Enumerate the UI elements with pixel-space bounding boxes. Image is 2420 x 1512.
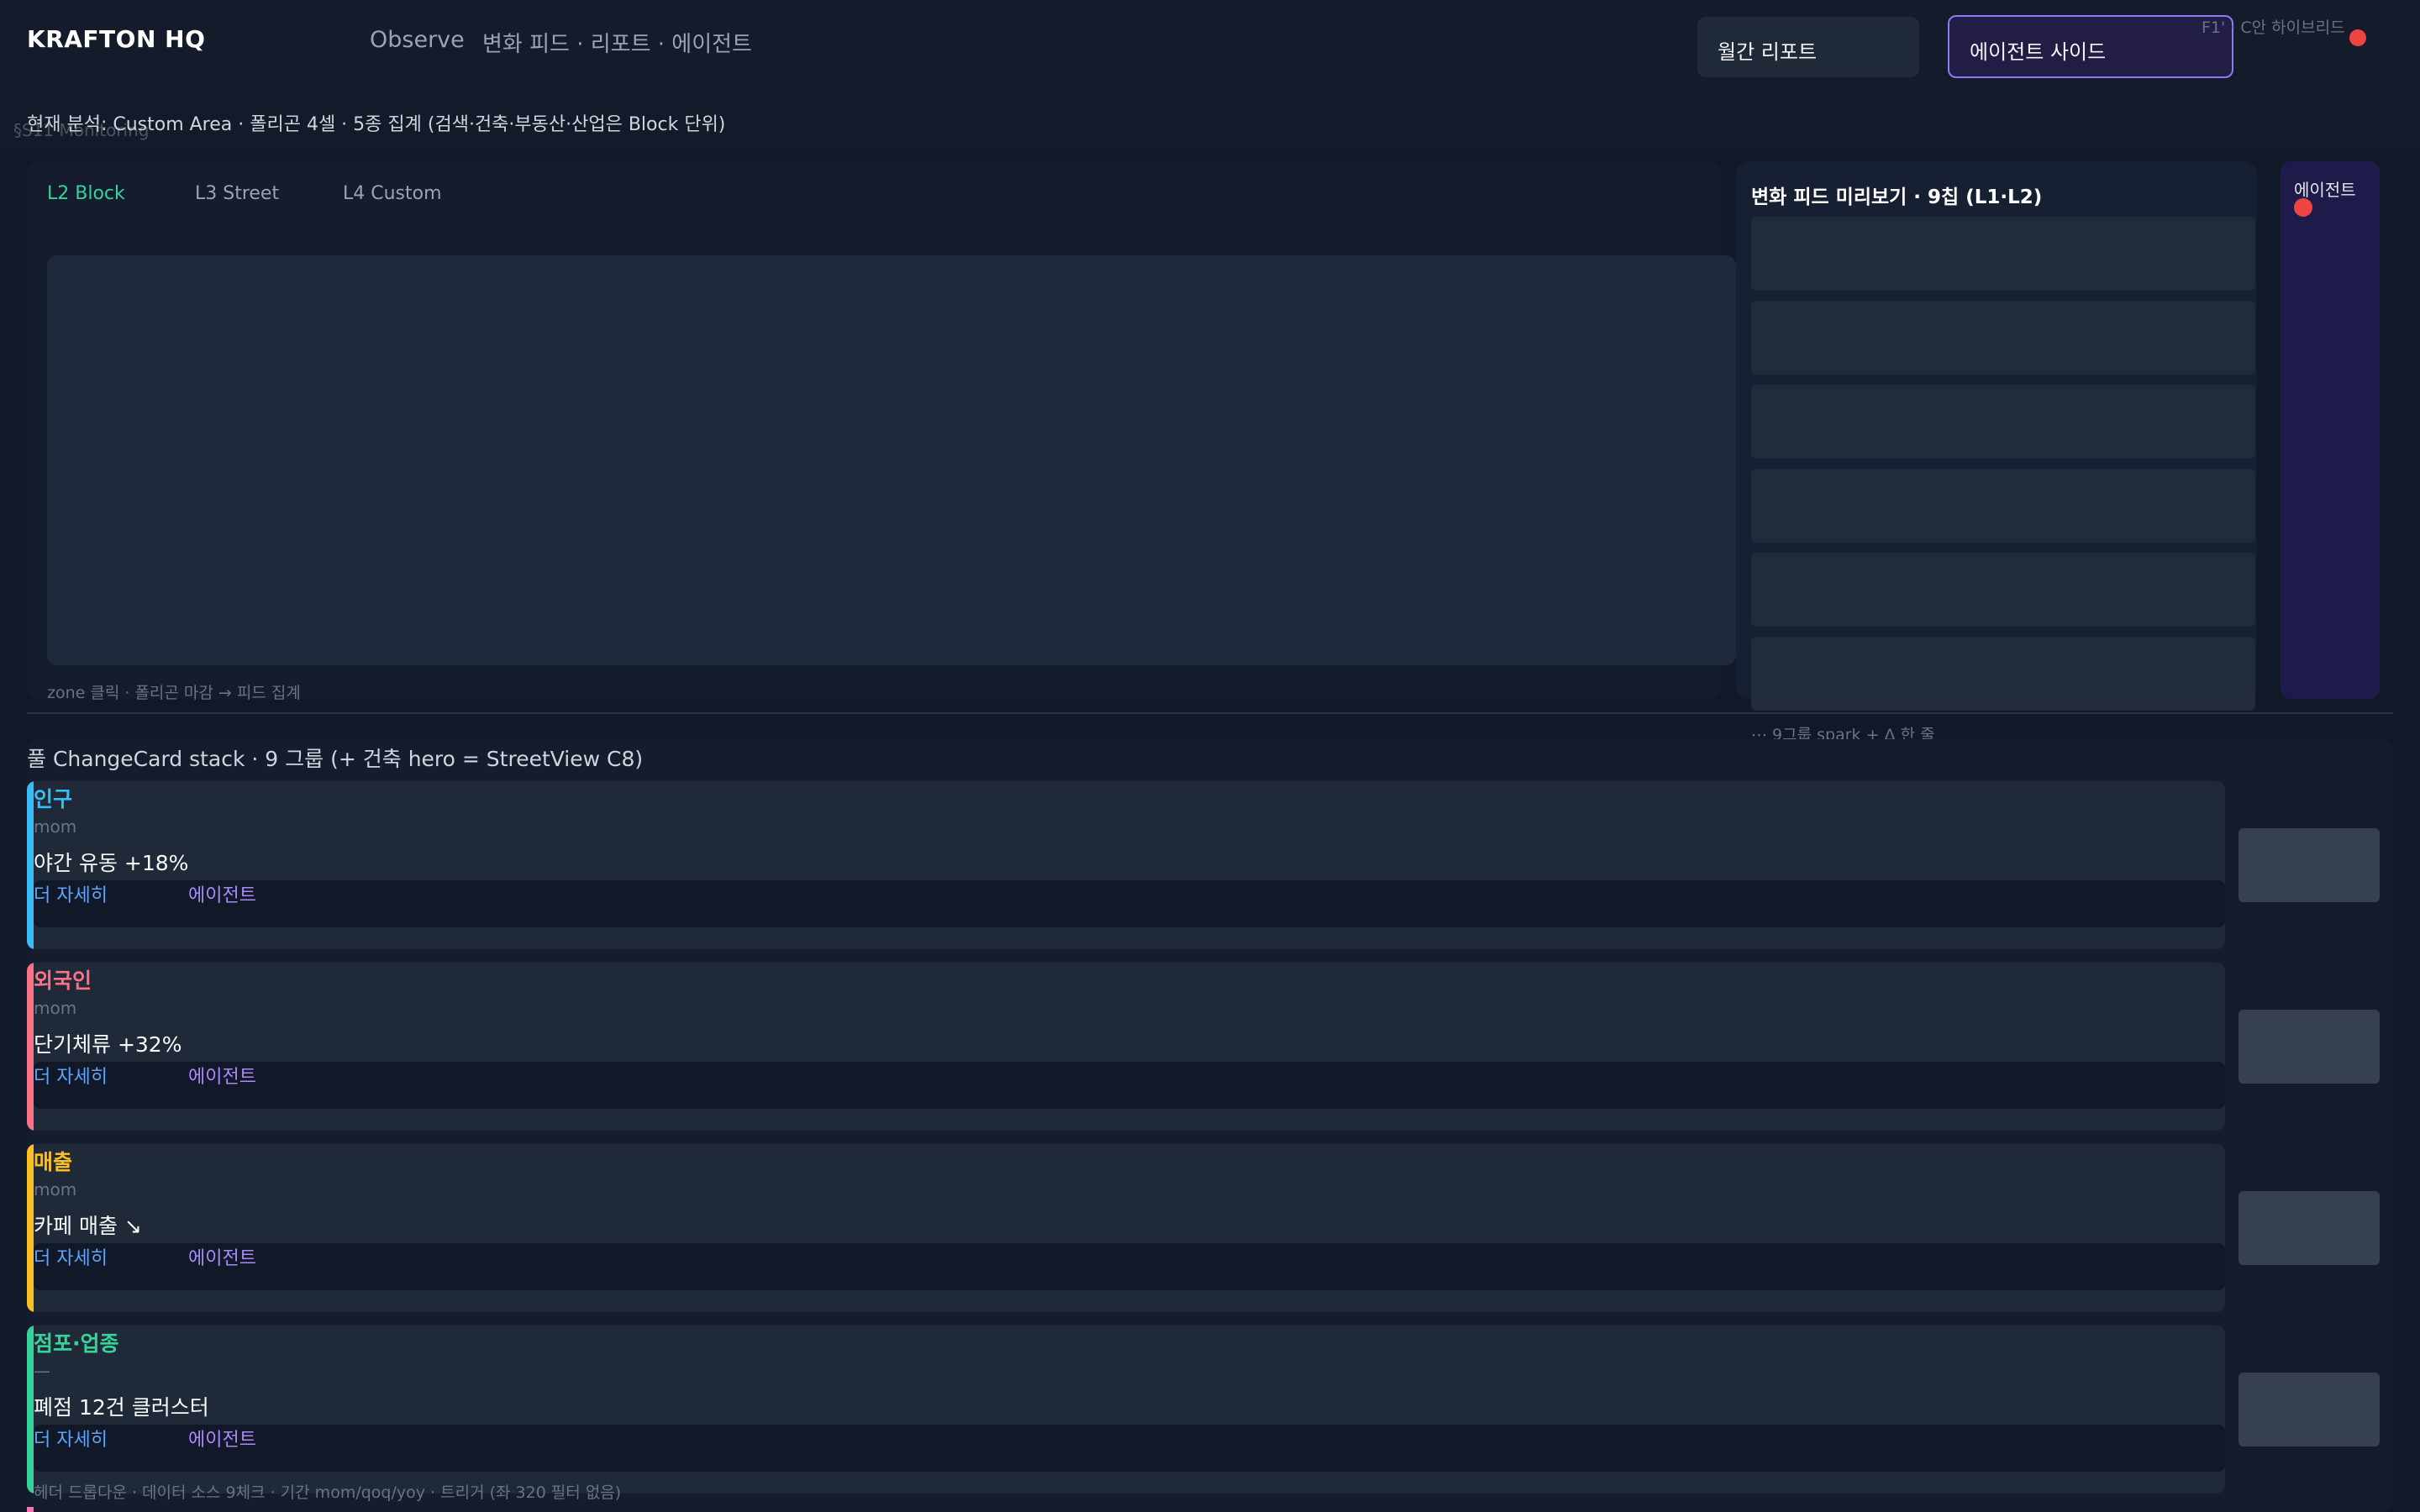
change-card[interactable]: 외국인 mom 단기체류 +32% 더 자세히 에이전트	[27, 963, 2225, 1131]
agent-side-button[interactable]: 에이전트 사이드	[1948, 15, 2233, 78]
more-details-link[interactable]: 더 자세히	[34, 1243, 108, 1270]
feed-chip[interactable]	[1751, 469, 2255, 543]
tab-l2-block[interactable]: L2 Block	[47, 183, 125, 204]
sparkline-thumbnail[interactable]	[2238, 1191, 2380, 1265]
sparkline-thumbnail[interactable]	[2238, 828, 2380, 902]
card-actions: 더 자세히 에이전트	[34, 1425, 2225, 1472]
brand-logo[interactable]: KRAFTON HQ	[27, 25, 205, 53]
card-category: 인구	[34, 787, 73, 811]
card-metric: 야간 유동 +18%	[34, 851, 189, 875]
monthly-report-button[interactable]: 월간 리포트	[1697, 17, 1919, 77]
agent-column-label: 에이전트	[2294, 180, 2356, 200]
more-details-link[interactable]: 더 자세히	[34, 1425, 108, 1452]
change-card[interactable]: 점포·업종 — 폐점 12건 클러스터 더 자세히 에이전트	[27, 1326, 2225, 1494]
map-canvas[interactable]	[47, 255, 1736, 665]
card-period: mom	[34, 998, 77, 1018]
feed-chip[interactable]	[1751, 385, 2255, 459]
notification-dot-icon[interactable]	[2349, 29, 2366, 46]
card-category: 외국인	[34, 969, 92, 993]
card-actions: 더 자세히 에이전트	[34, 1243, 2225, 1290]
card-metric: 단기체류 +32%	[34, 1032, 182, 1057]
nav-links[interactable]: 변화 피드 · 리포트 · 에이전트	[482, 27, 752, 58]
card-color-bar	[27, 1144, 34, 1312]
layout-hint: F1' · C안 하이브리드	[2202, 18, 2345, 37]
stack-title: 풀 ChangeCard stack · 9 그룹 (+ 건축 hero = S…	[27, 747, 644, 771]
more-details-link[interactable]: 더 자세히	[34, 1062, 108, 1089]
tab-l4-custom[interactable]: L4 Custom	[343, 183, 442, 204]
ask-agent-link[interactable]: 에이전트	[188, 1243, 256, 1270]
card-actions: 더 자세히 에이전트	[34, 880, 2225, 927]
monthly-report-label: 월간 리포트	[1718, 40, 1818, 64]
feed-chip[interactable]	[1751, 217, 2255, 291]
feed-chip[interactable]	[1751, 637, 2255, 711]
stack-footer-note: 헤더 드롭다운 · 데이터 소스 9체크 · 기간 mom/qoq/yoy · …	[34, 1483, 622, 1502]
card-color-bar	[27, 1326, 34, 1494]
current-analysis-text: 현재 분석: Custom Area · 폴리곤 4셀 · 5종 집계 (검색·…	[27, 114, 726, 135]
card-category: 매출	[34, 1150, 73, 1174]
ask-agent-link[interactable]: 에이전트	[188, 1062, 256, 1089]
change-card[interactable]: 인구 mom 야간 유동 +18% 더 자세히 에이전트	[27, 781, 2225, 949]
agent-side-column[interactable]	[2281, 161, 2380, 699]
card-period: mom	[34, 816, 77, 837]
change-card[interactable]: 매출 mom 카페 매출 ↘ 더 자세히 에이전트	[27, 1144, 2225, 1312]
card-color-bar	[27, 781, 34, 949]
sparkline-thumbnail[interactable]	[2238, 1010, 2380, 1084]
section-divider	[27, 712, 2393, 714]
card-metric: 카페 매출 ↘	[34, 1214, 142, 1238]
agent-side-label: 에이전트 사이드	[1970, 40, 2107, 64]
card-category: 점포·업종	[34, 1331, 119, 1356]
tab-l3-street[interactable]: L3 Street	[195, 183, 279, 204]
card-color-bar	[27, 963, 34, 1131]
card-color-bar	[27, 1507, 34, 1512]
card-period: mom	[34, 1179, 77, 1200]
feed-chip[interactable]	[1751, 553, 2255, 627]
agent-status-dot-icon	[2294, 198, 2312, 217]
sparkline-thumbnail[interactable]	[2238, 1373, 2380, 1446]
card-period: —	[34, 1361, 50, 1381]
feed-chip[interactable]	[1751, 301, 2255, 375]
feed-preview-title: 변화 피드 미리보기 · 9칩 (L1·L2)	[1751, 186, 2043, 208]
map-caption: zone 클릭 · 폴리곤 마감 → 피드 집계	[47, 684, 301, 702]
more-details-link[interactable]: 더 자세히	[34, 880, 108, 907]
nav-observe[interactable]: Observe	[370, 27, 465, 53]
card-metric: 폐점 12건 클러스터	[34, 1395, 209, 1420]
ask-agent-link[interactable]: 에이전트	[188, 1425, 256, 1452]
card-actions: 더 자세히 에이전트	[34, 1062, 2225, 1109]
ask-agent-link[interactable]: 에이전트	[188, 880, 256, 907]
